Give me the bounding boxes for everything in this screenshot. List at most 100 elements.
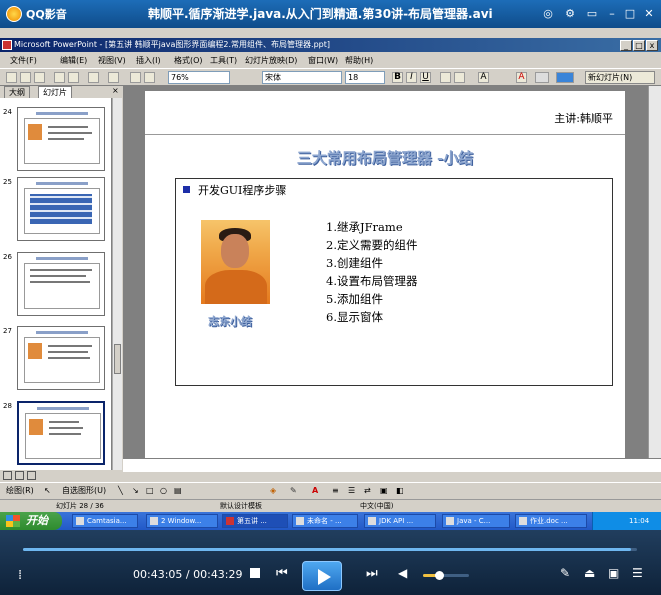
playlist-icon[interactable]: ▣	[608, 566, 619, 580]
normal-view-icon[interactable]	[3, 471, 12, 480]
font-color-icon[interactable]: A	[516, 72, 527, 83]
menu-edit[interactable]: 编辑(E)	[60, 54, 87, 68]
design-icon[interactable]	[535, 72, 549, 83]
scrollbar-thumb[interactable]	[114, 344, 121, 374]
slideshow-view-icon[interactable]	[27, 471, 36, 480]
slide-editing-area[interactable]: 主讲:韩顺平 三大常用布局管理器 -小结 开发GUI程序步骤 志东小结 1.继承…	[123, 86, 648, 458]
video-frame[interactable]: Microsoft PowerPoint - [第五讲 韩顺平java图形界面编…	[0, 28, 661, 530]
font-select[interactable]: 宋体	[262, 71, 342, 84]
italic-button[interactable]: I	[406, 72, 417, 83]
menu-tools[interactable]: 工具(T)	[210, 54, 237, 68]
fullscreen-icon[interactable]: ☰	[632, 566, 643, 580]
menu-help[interactable]: 帮助(H)	[345, 54, 373, 68]
minimize-button[interactable]: –	[604, 6, 620, 21]
menu-window[interactable]: 窗口(W)	[308, 54, 338, 68]
volume-icon[interactable]: ◀	[398, 566, 407, 580]
new-icon[interactable]	[6, 72, 17, 83]
slide-thumbnail[interactable]	[17, 252, 105, 316]
menu-slideshow[interactable]: 幻灯片放映(D)	[245, 54, 297, 68]
bold-button[interactable]: B	[392, 72, 403, 83]
previous-button[interactable]: ⏮	[276, 566, 288, 581]
mini-mode-icon[interactable]: ▭	[584, 6, 600, 21]
close-pane-icon[interactable]: ×	[112, 86, 119, 95]
save-icon[interactable]	[34, 72, 45, 83]
align-center-icon[interactable]	[454, 72, 465, 83]
textbox-tool-icon[interactable]: ▤	[174, 483, 182, 499]
menu-insert[interactable]: 插入(I)	[136, 54, 161, 68]
player-title-bar[interactable]: QQ影音 韩顺平.循序渐进学.java.从入门到精通.第30讲-布局管理器.av…	[0, 0, 661, 28]
footprint-icon[interactable]: ⁞	[18, 568, 22, 583]
3d-icon[interactable]: ◧	[396, 483, 404, 499]
tab-outline[interactable]: 大纲	[4, 86, 30, 98]
tools-icon[interactable]: ✎	[560, 566, 570, 580]
close-button[interactable]: ✕	[641, 6, 657, 21]
cut-icon[interactable]	[88, 72, 99, 83]
eject-icon[interactable]: ⏏	[584, 566, 595, 580]
undo-icon[interactable]	[108, 72, 119, 83]
text-color-icon[interactable]: A	[312, 483, 318, 499]
draw-menu-button[interactable]: 绘图(R)	[6, 483, 34, 499]
taskbar-item[interactable]: 未命名 - ...	[292, 514, 358, 528]
font-size-select[interactable]: 18	[345, 71, 385, 84]
oval-tool-icon[interactable]: ○	[160, 483, 167, 499]
rectangle-tool-icon[interactable]: □	[146, 483, 154, 499]
notes-pane[interactable]	[123, 458, 661, 472]
select-arrow-icon[interactable]: ↖	[44, 483, 51, 499]
content-heading: 开发GUI程序步骤	[198, 184, 287, 197]
arrow-tool-icon[interactable]: ↘	[132, 483, 139, 499]
taskbar-item-active[interactable]: 第五讲 ...	[222, 514, 288, 528]
line-style-icon[interactable]: ≡	[332, 483, 339, 499]
slide-canvas[interactable]: 主讲:韩顺平 三大常用布局管理器 -小结 开发GUI程序步骤 志东小结 1.继承…	[145, 91, 625, 458]
stop-button[interactable]	[248, 566, 262, 580]
slide-thumbnail[interactable]	[17, 107, 105, 171]
dash-style-icon[interactable]: ☰	[348, 483, 355, 499]
slide-thumbnail[interactable]	[17, 177, 105, 241]
slide-thumbnail-selected[interactable]	[17, 401, 105, 465]
ppt-minimize-button[interactable]: _	[620, 40, 632, 51]
sorter-view-icon[interactable]	[15, 471, 24, 480]
slide-thumbnails-pane[interactable]: 24 25 26 27 28	[0, 98, 112, 470]
taskbar-item[interactable]: Java - C...	[442, 514, 510, 528]
volume-knob[interactable]	[435, 571, 445, 580]
slide-thumbnail[interactable]	[17, 326, 105, 390]
shadow-icon[interactable]: ▣	[380, 483, 388, 499]
next-button[interactable]: ⏭	[366, 566, 378, 581]
taskbar-item[interactable]: JDK API ...	[364, 514, 436, 528]
menu-file[interactable]: 文件(F)	[10, 54, 37, 68]
taskbar-item[interactable]: Camtasia...	[72, 514, 138, 528]
taskbar-item[interactable]: 2 Window...	[146, 514, 218, 528]
preview-icon[interactable]	[68, 72, 79, 83]
arrow-style-icon[interactable]: ⇄	[364, 483, 371, 499]
start-label: 开始	[26, 514, 48, 527]
insert-chart-icon[interactable]	[130, 72, 141, 83]
thumbnails-scrollbar[interactable]	[112, 98, 122, 470]
fill-color-icon[interactable]: ◈	[270, 483, 276, 499]
autoshape-menu-button[interactable]: 自选图形(U)	[62, 483, 106, 499]
line-color-icon[interactable]: ✎	[290, 483, 297, 499]
open-icon[interactable]	[20, 72, 31, 83]
zoom-select[interactable]: 76%	[168, 71, 230, 84]
print-icon[interactable]	[54, 72, 65, 83]
taskbar-item[interactable]: 作业.doc ...	[515, 514, 587, 528]
underline-button[interactable]: U	[420, 72, 431, 83]
volume-slider[interactable]	[423, 571, 469, 580]
play-button[interactable]	[302, 561, 342, 591]
start-button[interactable]: 开始	[0, 512, 62, 530]
clock[interactable]: 11:04	[629, 517, 649, 525]
font-grow-icon[interactable]: A	[478, 72, 489, 83]
ppt-maximize-button[interactable]: □	[633, 40, 645, 51]
slide-design-icon[interactable]	[556, 72, 574, 83]
align-left-icon[interactable]	[440, 72, 451, 83]
ppt-close-button[interactable]: x	[646, 40, 658, 51]
seek-bar[interactable]	[23, 548, 637, 551]
tab-slides[interactable]: 幻灯片	[38, 86, 72, 98]
menu-view[interactable]: 视图(V)	[98, 54, 126, 68]
menu-format[interactable]: 格式(O)	[174, 54, 203, 68]
slide-scrollbar[interactable]	[648, 86, 661, 458]
maximize-button[interactable]: □	[622, 6, 638, 21]
insert-table-icon[interactable]	[144, 72, 155, 83]
line-tool-icon[interactable]: ╲	[118, 483, 123, 499]
new-slide-button[interactable]: 新幻灯片(N)	[585, 71, 655, 84]
settings-icon[interactable]: ⚙	[562, 6, 578, 21]
skin-icon[interactable]: ◎	[540, 6, 556, 21]
